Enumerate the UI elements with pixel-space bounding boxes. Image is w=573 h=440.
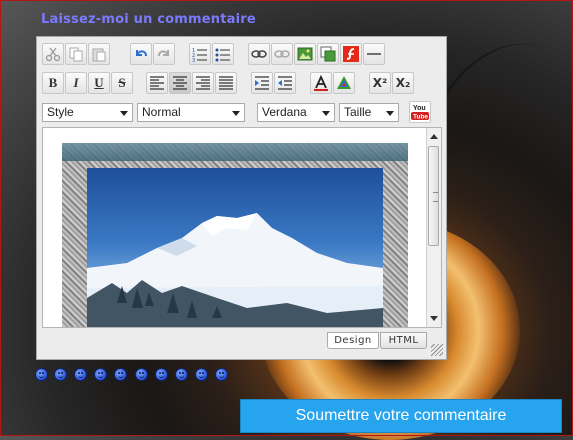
font-family-select-value: Verdana [262,105,307,119]
smiley-laugh-icon[interactable] [94,368,107,381]
paste-button[interactable] [88,43,110,65]
submit-comment-button[interactable]: Soumettre votre commentaire [240,399,562,433]
align-right-button[interactable] [192,72,214,94]
highlight-color-icon [337,76,351,89]
outdent-button[interactable] [274,72,296,94]
scroll-down-arrow-icon[interactable] [430,316,438,321]
scrollbar-grip-icon [433,192,438,202]
copy-button[interactable] [65,43,87,65]
link-icon [251,50,267,58]
flash-button[interactable] [340,43,362,65]
smiley-sad-icon[interactable] [155,368,168,381]
unordered-list-icon [215,48,230,62]
underline-button[interactable]: U [88,72,110,94]
cut-icon [45,47,61,62]
smiley-blush-icon[interactable] [195,368,208,381]
youtube-icon: You Tube [411,105,429,121]
image-manager-icon [320,46,336,62]
justify-icon [219,76,233,90]
superscript-button[interactable]: X² [369,72,391,94]
style-select-value: Style [47,105,74,119]
svg-text:3: 3 [192,58,195,62]
font-size-select[interactable]: Taille [339,103,399,122]
justify-button[interactable] [215,72,237,94]
smiley-grin-icon[interactable] [54,368,67,381]
outdent-icon [278,76,292,90]
smiley-tongue-icon[interactable] [175,368,188,381]
scroll-up-arrow-icon[interactable] [430,134,438,139]
highlight-color-button[interactable] [333,72,355,94]
editor-content-area[interactable] [42,127,442,328]
ordered-list-icon: 123 [192,48,207,62]
image-frame-top [62,143,408,161]
font-color-icon [314,75,328,91]
youtube-button[interactable]: You Tube [409,101,431,123]
strikethrough-button[interactable]: S [111,72,133,94]
font-color-button[interactable] [310,72,332,94]
horizontal-rule-button[interactable] [363,43,385,65]
unordered-list-button[interactable] [212,43,234,65]
redo-icon [158,50,169,57]
snowy-mountain-illustration [87,213,383,327]
align-right-icon [196,76,210,90]
image-icon [297,47,313,61]
align-center-icon [173,76,187,90]
framed-mountain-image [62,143,408,327]
style-select[interactable]: Style [42,103,133,122]
comment-form-title: Laissez-moi un commentaire [41,12,256,27]
align-left-icon [150,76,164,90]
horizontal-rule-icon [367,53,381,55]
bold-button[interactable]: B [42,72,64,94]
chevron-down-icon [120,111,128,116]
ordered-list-button[interactable]: 123 [189,43,211,65]
smiley-surprised-icon[interactable] [135,368,148,381]
tab-design[interactable]: Design [327,332,379,349]
copy-icon [69,47,83,62]
redo-button[interactable] [153,43,175,65]
link-button[interactable] [248,43,270,65]
chevron-down-icon [386,111,394,116]
paste-icon [92,48,106,62]
chevron-down-icon [322,111,330,116]
indent-icon [255,76,269,90]
format-select-value: Normal [142,105,181,119]
unlink-button[interactable] [271,43,293,65]
tab-html[interactable]: HTML [380,332,427,349]
unlink-icon [274,50,290,58]
font-family-select[interactable]: Verdana [257,103,335,122]
smiley-angry-icon[interactable] [215,368,228,381]
smiley-wink-icon[interactable] [74,368,87,381]
chevron-down-icon [232,111,240,116]
cut-button[interactable] [42,43,64,65]
scrollbar-thumb[interactable] [428,146,439,246]
smiley-cool-icon[interactable] [114,368,127,381]
italic-button[interactable]: I [65,72,87,94]
image-manager-button[interactable] [317,43,339,65]
subscript-button[interactable]: X₂ [392,72,414,94]
font-size-select-value: Taille [344,105,372,119]
vertical-scrollbar[interactable] [426,128,441,327]
mountain-photo [87,168,383,327]
image-button[interactable] [294,43,316,65]
undo-icon [136,50,147,57]
align-left-button[interactable] [146,72,168,94]
svg-text:Tube: Tube [413,114,428,121]
indent-button[interactable] [251,72,273,94]
flash-icon [343,46,359,62]
rich-text-editor: 123 B I U S X² X₂ Style Normal Verdana T… [36,36,447,360]
resize-handle-icon[interactable] [431,344,443,356]
svg-text:You: You [413,105,426,112]
undo-button[interactable] [130,43,152,65]
smiley-smile-icon[interactable] [35,368,48,381]
align-center-button[interactable] [169,72,191,94]
format-select[interactable]: Normal [137,103,245,122]
